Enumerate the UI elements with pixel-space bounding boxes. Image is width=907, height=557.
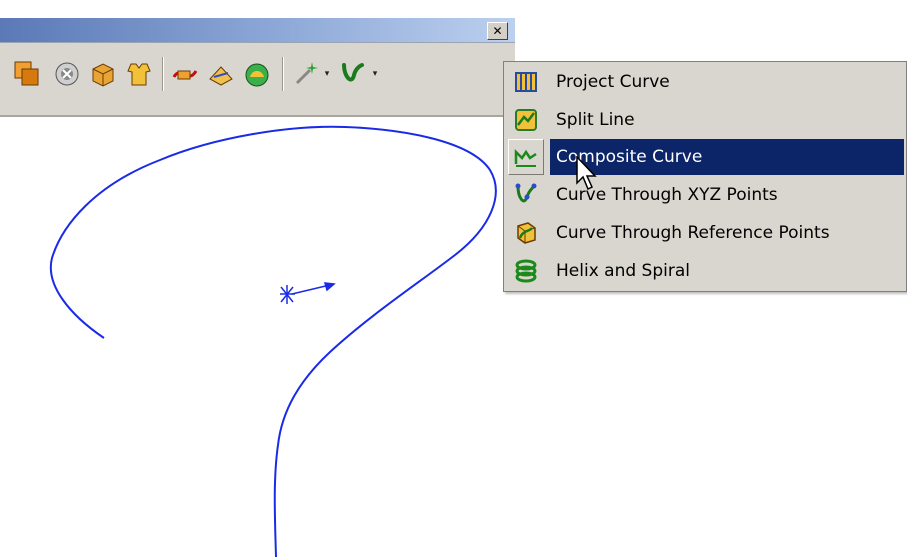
combine-faces-icon[interactable] bbox=[12, 59, 42, 89]
menu-item-label: Composite Curve bbox=[550, 139, 904, 175]
curve-reference-points-icon bbox=[508, 215, 544, 251]
close-button[interactable]: ✕ bbox=[487, 22, 508, 40]
delete-face-icon[interactable] bbox=[52, 59, 82, 89]
curves-flyout-menu: Project Curve Split Line Composite Curve… bbox=[503, 61, 907, 292]
menu-item-composite-curve[interactable]: Composite Curve bbox=[508, 139, 904, 175]
features-toolbar: ▾ ▾ bbox=[0, 43, 515, 117]
menu-item-curve-through-xyz-points[interactable]: Curve Through XYZ Points bbox=[508, 177, 904, 213]
shirt-shape-icon[interactable] bbox=[124, 59, 154, 89]
sketch-point-dropdown[interactable]: ▾ bbox=[322, 67, 332, 81]
menu-item-label: Split Line bbox=[556, 110, 635, 130]
menu-item-split-line[interactable]: Split Line bbox=[508, 102, 904, 138]
blue-curve bbox=[49, 125, 497, 557]
menu-item-label: Curve Through XYZ Points bbox=[556, 185, 778, 205]
menu-item-project-curve[interactable]: Project Curve bbox=[508, 64, 904, 100]
move-face-icon[interactable] bbox=[88, 59, 118, 89]
origin-marker bbox=[280, 282, 336, 304]
menu-item-curve-through-reference-points[interactable]: Curve Through Reference Points bbox=[508, 215, 904, 251]
knit-curve-icon[interactable] bbox=[170, 59, 200, 89]
mouse-pointer-icon bbox=[576, 155, 600, 196]
loft-surface-icon[interactable] bbox=[206, 59, 236, 89]
helix-spiral-icon bbox=[508, 253, 544, 289]
curves-dropdown[interactable]: ▾ bbox=[370, 67, 380, 81]
curves-icon[interactable] bbox=[338, 59, 368, 89]
menu-item-label: Helix and Spiral bbox=[556, 261, 690, 281]
sketch-point-icon[interactable] bbox=[292, 59, 322, 89]
curve-xyz-points-icon bbox=[508, 177, 544, 213]
composite-curve-icon bbox=[508, 139, 544, 175]
toolbar-title-bar[interactable] bbox=[0, 18, 515, 43]
fill-surface-icon[interactable] bbox=[242, 59, 272, 89]
menu-item-label: Project Curve bbox=[556, 72, 670, 92]
project-curve-icon bbox=[508, 64, 544, 100]
split-line-icon bbox=[508, 102, 544, 138]
menu-item-helix-and-spiral[interactable]: Helix and Spiral bbox=[508, 253, 904, 289]
menu-item-label: Curve Through Reference Points bbox=[556, 223, 830, 243]
